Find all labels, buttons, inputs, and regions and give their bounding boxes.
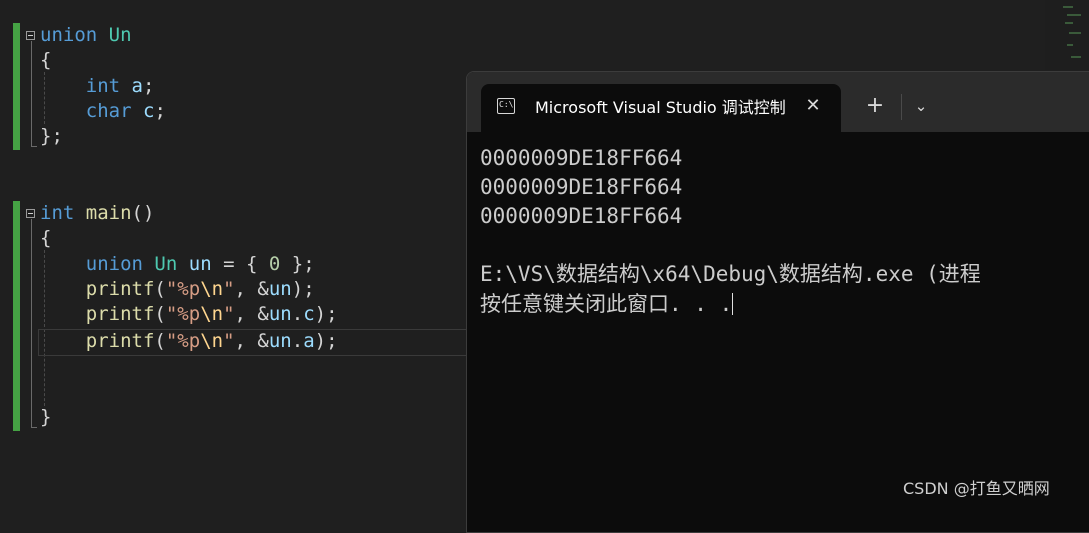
exit-message: E:\VS\数据结构\x64\Debug\数据结构.exe (进程 <box>480 262 981 286</box>
function-name: printf <box>85 278 155 300</box>
change-indicator <box>13 23 20 150</box>
prompt-line: 按任意键关闭此窗口. . . <box>480 290 734 319</box>
minimap-row <box>1067 44 1073 46</box>
address-of: , & <box>234 278 269 300</box>
fold-guide-end <box>31 146 37 147</box>
code-line-main-decl[interactable]: int main() <box>40 201 154 226</box>
member-name: a <box>303 330 315 352</box>
console-icon: C:\ <box>497 98 515 114</box>
output-line: 0000009DE18FF664 <box>480 146 683 170</box>
paren-close: ); <box>291 278 315 300</box>
variable-name: un <box>268 303 292 325</box>
code-line-printf-un-c[interactable]: printf("%p\n", &un.c); <box>40 302 338 327</box>
output-line: 0000009DE18FF664 <box>480 204 683 228</box>
type-name: Un <box>154 253 178 275</box>
parens: () <box>131 202 155 224</box>
paren: ( <box>154 278 166 300</box>
string-literal: "%p <box>165 303 201 325</box>
prompt-text: 按任意键关闭此窗口. . . <box>480 292 733 316</box>
code-line-member-c[interactable]: char c; <box>40 99 166 124</box>
output-line: 0000009DE18FF664 <box>480 175 683 199</box>
string-literal: " <box>223 330 235 352</box>
type-name: Un <box>108 24 132 46</box>
semicolon: ; <box>143 75 155 97</box>
member-dot: . <box>291 330 304 352</box>
minimap-row <box>1071 56 1081 58</box>
debug-console-window[interactable]: C:\ Microsoft Visual Studio 调试控制台 ✕ + ⌄ … <box>466 71 1089 533</box>
brace: } <box>40 406 52 428</box>
minimap-row <box>1067 14 1081 16</box>
text-cursor <box>732 293 734 315</box>
code-line-union-var[interactable]: union Un un = { 0 }; <box>40 252 315 277</box>
close-icon[interactable]: ✕ <box>799 92 827 120</box>
keyword: int <box>85 75 121 97</box>
code-line-printf-un[interactable]: printf("%p\n", &un); <box>40 277 315 302</box>
string-literal: " <box>223 303 235 325</box>
minimap-row <box>1063 6 1073 8</box>
fold-guide-end <box>31 427 37 428</box>
collapse-icon[interactable] <box>26 31 35 40</box>
brace: }; <box>40 125 63 147</box>
code-line-close-brace[interactable]: }; <box>40 124 63 149</box>
member-name: a <box>131 75 143 97</box>
new-tab-button[interactable]: + <box>861 92 889 120</box>
address-of: , & <box>234 303 269 325</box>
member-name: c <box>142 100 155 122</box>
escape-sequence: \n <box>200 303 224 325</box>
keyword: char <box>85 100 132 122</box>
fold-guide <box>31 219 32 427</box>
tab-divider <box>901 94 902 120</box>
console-icon-glyph: C:\ <box>499 100 514 109</box>
code-line-union-decl[interactable]: union Un <box>40 23 132 48</box>
brace: { <box>40 227 52 249</box>
variable-name: un <box>188 253 212 275</box>
watermark: CSDN @打鱼又晒网 <box>903 479 1050 498</box>
code-line-open-brace[interactable]: { <box>40 48 51 73</box>
minimap[interactable] <box>1045 0 1089 70</box>
variable-name: un <box>268 330 292 352</box>
paren: ( <box>154 330 166 352</box>
tab-debug-console[interactable]: C:\ Microsoft Visual Studio 调试控制台 ✕ <box>481 84 841 132</box>
member-name: c <box>303 303 315 325</box>
escape-sequence: \n <box>200 278 224 300</box>
tab-title: Microsoft Visual Studio 调试控制台 <box>535 98 785 117</box>
code-line-close-brace[interactable]: } <box>40 405 51 430</box>
minimap-row <box>1065 22 1073 24</box>
keyword: union <box>40 24 98 46</box>
escape-sequence: \n <box>200 330 224 352</box>
collapse-icon[interactable] <box>26 209 35 218</box>
minimap-row <box>1069 32 1081 34</box>
initializer-open: = { <box>211 253 269 275</box>
string-literal: "%p <box>165 278 201 300</box>
number-literal: 0 <box>268 253 281 275</box>
tab-strip: C:\ Microsoft Visual Studio 调试控制台 ✕ + ⌄ <box>467 72 1089 132</box>
fold-guide <box>31 41 32 146</box>
semicolon: ; <box>154 100 166 122</box>
address-of: , & <box>234 330 269 352</box>
chevron-down-icon[interactable]: ⌄ <box>907 92 935 120</box>
paren-close: ); <box>314 330 338 352</box>
function-name: printf <box>85 330 155 352</box>
member-dot: . <box>291 303 304 325</box>
change-indicator <box>13 201 20 431</box>
function-name: main <box>85 202 132 224</box>
string-literal: " <box>223 278 235 300</box>
string-literal: "%p <box>165 330 201 352</box>
brace: { <box>40 49 52 71</box>
paren-close: ); <box>314 303 338 325</box>
paren: ( <box>154 303 166 325</box>
keyword: union <box>85 253 143 275</box>
initializer-close: }; <box>280 253 315 275</box>
variable-name: un <box>268 278 292 300</box>
code-line-open-brace[interactable]: { <box>40 226 51 251</box>
code-line-printf-un-a[interactable]: printf("%p\n", &un.a); <box>40 329 338 354</box>
keyword: int <box>40 202 75 224</box>
code-line-member-a[interactable]: int a; <box>40 74 155 99</box>
function-name: printf <box>85 303 155 325</box>
